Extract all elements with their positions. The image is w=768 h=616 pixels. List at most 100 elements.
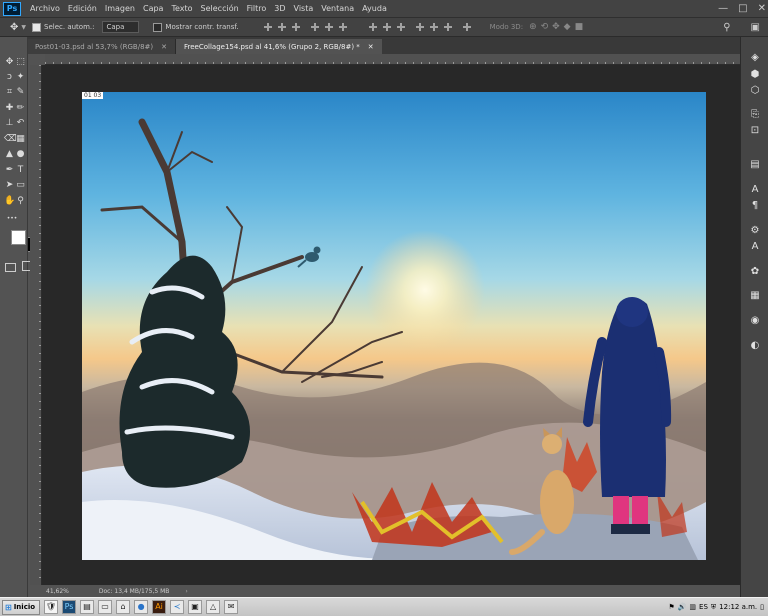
crop-tool-icon[interactable]: ⌗: [4, 87, 15, 98]
paragraph-panel-icon[interactable]: ¶: [749, 200, 761, 212]
folder-icon[interactable]: ▭: [98, 600, 113, 614]
search-icon[interactable]: ⚲: [723, 22, 730, 33]
align-right-icon[interactable]: [338, 23, 347, 31]
styles-panel-icon[interactable]: ◐: [749, 340, 761, 352]
distribute-hcenter-icon[interactable]: [429, 23, 438, 31]
channels-panel-icon[interactable]: ⬡: [749, 85, 761, 97]
3d-mode-icons[interactable]: ⊕⟲✥◆■: [529, 22, 587, 32]
align-hcenter-icon[interactable]: [324, 23, 333, 31]
security-icon[interactable]: ⛨: [711, 603, 716, 612]
properties-panel-icon[interactable]: ⚙: [749, 225, 761, 237]
paths-panel-icon[interactable]: ◉: [749, 315, 761, 327]
lasso-tool-icon[interactable]: ↄ: [4, 72, 15, 83]
clock[interactable]: 12:12 a.m.: [719, 603, 757, 611]
gradient-tool-icon[interactable]: ▦: [15, 134, 26, 145]
history-panel-icon[interactable]: ⎘: [749, 109, 761, 121]
menu-texto[interactable]: Texto: [167, 4, 196, 13]
shape-tool-icon[interactable]: ▭: [15, 180, 26, 191]
app2-icon[interactable]: △: [206, 600, 221, 614]
layers-panel-icon[interactable]: ◈: [749, 52, 761, 64]
horizontal-ruler[interactable]: [45, 54, 740, 65]
start-button[interactable]: ⊞ Inicio: [2, 599, 41, 615]
zoom-tool-icon[interactable]: ⚲: [15, 196, 26, 207]
menu-3d[interactable]: 3D: [270, 4, 289, 13]
adjustments-panel-icon[interactable]: ✿: [749, 266, 761, 278]
menu-edicion[interactable]: Edición: [64, 4, 101, 13]
blur-tool-icon[interactable]: ▲: [4, 149, 15, 160]
menu-filtro[interactable]: Filtro: [243, 4, 271, 13]
healing-tool-icon[interactable]: ✚: [4, 103, 15, 114]
menu-imagen[interactable]: Imagen: [101, 4, 139, 13]
flag-icon[interactable]: ⚑: [668, 603, 674, 611]
tab-post01[interactable]: Post01-03.psd al 53,7% (RGB/8#) ✕: [27, 39, 176, 54]
auto-select-checkbox[interactable]: [32, 22, 42, 32]
zoom-level[interactable]: 41,62%: [46, 588, 69, 595]
language-icon[interactable]: ES: [699, 603, 708, 611]
dodge-tool-icon[interactable]: ●: [15, 149, 26, 160]
distribute-vcenter-icon[interactable]: [382, 23, 391, 31]
vertical-ruler[interactable]: [30, 65, 42, 585]
brave-icon[interactable]: 🛡: [44, 600, 59, 614]
distribute-left-icon[interactable]: [415, 23, 424, 31]
status-menu-icon[interactable]: ›: [185, 588, 187, 595]
distribute-top-icon[interactable]: [368, 23, 377, 31]
network-icon[interactable]: ▥: [689, 603, 696, 611]
color-panel-icon[interactable]: ⬢: [749, 69, 761, 81]
show-transform-checkbox[interactable]: [153, 22, 163, 32]
tab-freecollage[interactable]: FreeCollage154.psd al 41,6% (Grupo 2, RG…: [176, 39, 382, 54]
align-left-icon[interactable]: [310, 23, 319, 31]
marquee-tool-icon[interactable]: ⬚: [15, 57, 26, 68]
vscode-icon[interactable]: ≺: [170, 600, 185, 614]
auto-select-dropdown[interactable]: Capa: [102, 21, 140, 33]
hand-tool-icon[interactable]: ✋: [4, 196, 15, 207]
character-panel-icon[interactable]: A: [749, 184, 761, 196]
quick-mask-icon[interactable]: [5, 263, 16, 272]
history-brush-tool-icon[interactable]: ↶: [15, 118, 26, 129]
stamp-tool-icon[interactable]: ⊥: [4, 118, 15, 129]
menu-archivo[interactable]: Archivo: [26, 4, 64, 13]
menu-vista[interactable]: Vista: [290, 4, 318, 13]
close-icon[interactable]: ✕: [368, 43, 374, 51]
chevron-down-icon[interactable]: ▼: [21, 24, 26, 31]
grid-panel-icon[interactable]: ▦: [749, 290, 761, 302]
notes-icon[interactable]: ▣: [188, 600, 203, 614]
photoshop-taskbar-icon[interactable]: Ps: [62, 600, 77, 614]
app3-icon[interactable]: ✉: [224, 600, 239, 614]
distribute-right-icon[interactable]: [443, 23, 452, 31]
explorer-icon[interactable]: ▤: [80, 600, 95, 614]
move-tool-icon[interactable]: ✥: [10, 22, 18, 33]
align-vcenter-icon[interactable]: [277, 23, 286, 31]
menu-seleccion[interactable]: Selección: [197, 4, 243, 13]
app-icon[interactable]: ⌂: [116, 600, 131, 614]
glyphs-panel-icon[interactable]: A: [749, 241, 761, 253]
menu-capa[interactable]: Capa: [139, 4, 167, 13]
auto-align-icon[interactable]: [462, 23, 471, 31]
eraser-tool-icon[interactable]: ⌫: [4, 134, 17, 145]
path-selection-tool-icon[interactable]: ➤: [4, 180, 15, 191]
distribute-bottom-icon[interactable]: [396, 23, 405, 31]
close-icon[interactable]: ✕: [161, 43, 167, 51]
close-button[interactable]: ✕: [758, 3, 766, 14]
eyedropper-tool-icon[interactable]: ✎: [15, 87, 26, 98]
move-tool-icon[interactable]: ✥: [4, 57, 15, 68]
brush-tool-icon[interactable]: ✏: [15, 103, 26, 114]
browser-icon[interactable]: ●: [134, 600, 149, 614]
workspace-switcher-icon[interactable]: ▣: [751, 22, 760, 33]
align-bottom-icon[interactable]: [291, 23, 300, 31]
menu-ventana[interactable]: Ventana: [317, 4, 358, 13]
illustrator-icon[interactable]: Ai: [152, 600, 167, 614]
pen-tool-icon[interactable]: ✒: [4, 165, 15, 176]
magic-wand-tool-icon[interactable]: ✦: [15, 72, 26, 83]
align-top-icon[interactable]: [263, 23, 272, 31]
navigator-panel-icon[interactable]: ⊡: [749, 125, 761, 137]
type-tool-icon[interactable]: T: [15, 165, 26, 176]
document-canvas[interactable]: 01 03: [82, 92, 706, 560]
minimize-button[interactable]: —: [718, 3, 728, 14]
maximize-button[interactable]: □: [738, 3, 747, 14]
foreground-color-swatch[interactable]: [11, 230, 26, 245]
menu-ayuda[interactable]: Ayuda: [358, 4, 391, 13]
swatches-panel-icon[interactable]: ▤: [749, 159, 761, 171]
volume-icon[interactable]: 🔊: [678, 603, 687, 611]
show-desktop-icon[interactable]: ▯: [760, 603, 764, 611]
more-tools-icon[interactable]: •••: [4, 213, 20, 224]
